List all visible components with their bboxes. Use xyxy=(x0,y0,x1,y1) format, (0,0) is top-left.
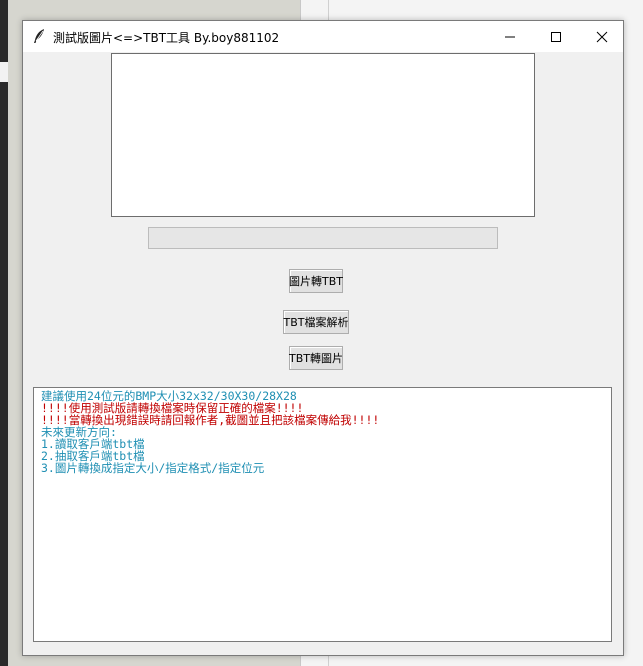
close-icon xyxy=(596,31,608,42)
image-to-tbt-button[interactable]: 圖片轉TBT xyxy=(289,269,343,293)
image-preview-canvas xyxy=(111,53,535,217)
maximize-button[interactable] xyxy=(533,21,579,52)
window-title: 測試版圖片<=>TBT工具 By.boy881102 xyxy=(53,31,280,45)
app-window: 測試版圖片<=>TBT工具 By.boy881102 圖片轉TBT TBT檔案解… xyxy=(22,20,624,656)
title-bar[interactable]: 測試版圖片<=>TBT工具 By.boy881102 xyxy=(23,21,623,52)
log-line: 3.圖片轉換成指定大小/指定格式/指定位元 xyxy=(41,461,265,475)
minimize-icon xyxy=(505,36,515,37)
tbt-to-image-button[interactable]: TBT轉圖片 xyxy=(289,346,343,370)
minimize-button[interactable] xyxy=(487,21,533,52)
feather-icon xyxy=(31,28,47,44)
close-button[interactable] xyxy=(579,21,625,52)
maximize-icon xyxy=(551,31,561,42)
window-content: 圖片轉TBT TBT檔案解析 TBT轉圖片 建議使用24位元的BMP大小32x3… xyxy=(23,52,623,655)
desktop-background-strip xyxy=(0,0,8,666)
tbt-parse-button[interactable]: TBT檔案解析 xyxy=(283,310,349,334)
progress-bar xyxy=(148,227,498,249)
log-line: !!!!當轉換出現錯誤時請回報作者,截圖並且把該檔案傳給我!!!! xyxy=(41,413,380,427)
message-log[interactable]: 建議使用24位元的BMP大小32x32/30X30/28X28 !!!!使用測試版… xyxy=(33,387,612,642)
